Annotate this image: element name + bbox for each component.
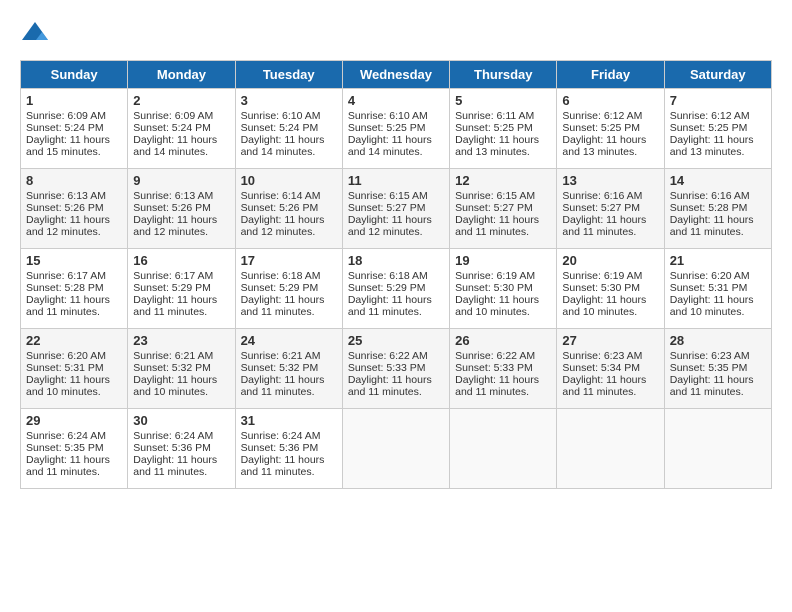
header-tuesday: Tuesday (235, 61, 342, 89)
calendar-week-3: 15Sunrise: 6:17 AMSunset: 5:28 PMDayligh… (21, 249, 772, 329)
day-number: 5 (455, 93, 551, 108)
calendar-week-4: 22Sunrise: 6:20 AMSunset: 5:31 PMDayligh… (21, 329, 772, 409)
day-number: 17 (241, 253, 337, 268)
day-number: 1 (26, 93, 122, 108)
header-saturday: Saturday (664, 61, 771, 89)
calendar-cell (664, 409, 771, 489)
page-header (20, 20, 772, 50)
day-number: 26 (455, 333, 551, 348)
calendar-cell (342, 409, 449, 489)
day-number: 3 (241, 93, 337, 108)
day-number: 23 (133, 333, 229, 348)
calendar-cell: 23Sunrise: 6:21 AMSunset: 5:32 PMDayligh… (128, 329, 235, 409)
calendar-cell: 2Sunrise: 6:09 AMSunset: 5:24 PMDaylight… (128, 89, 235, 169)
day-number: 16 (133, 253, 229, 268)
calendar-cell: 1Sunrise: 6:09 AMSunset: 5:24 PMDaylight… (21, 89, 128, 169)
day-number: 21 (670, 253, 766, 268)
logo-icon (20, 20, 50, 50)
day-number: 28 (670, 333, 766, 348)
calendar-cell: 29Sunrise: 6:24 AMSunset: 5:35 PMDayligh… (21, 409, 128, 489)
calendar-table: SundayMondayTuesdayWednesdayThursdayFrid… (20, 60, 772, 489)
day-number: 13 (562, 173, 658, 188)
logo (20, 20, 55, 50)
calendar-cell: 12Sunrise: 6:15 AMSunset: 5:27 PMDayligh… (450, 169, 557, 249)
calendar-cell: 28Sunrise: 6:23 AMSunset: 5:35 PMDayligh… (664, 329, 771, 409)
calendar-cell: 27Sunrise: 6:23 AMSunset: 5:34 PMDayligh… (557, 329, 664, 409)
day-number: 7 (670, 93, 766, 108)
calendar-cell: 17Sunrise: 6:18 AMSunset: 5:29 PMDayligh… (235, 249, 342, 329)
calendar-cell: 19Sunrise: 6:19 AMSunset: 5:30 PMDayligh… (450, 249, 557, 329)
calendar-week-2: 8Sunrise: 6:13 AMSunset: 5:26 PMDaylight… (21, 169, 772, 249)
calendar-cell: 11Sunrise: 6:15 AMSunset: 5:27 PMDayligh… (342, 169, 449, 249)
calendar-cell: 7Sunrise: 6:12 AMSunset: 5:25 PMDaylight… (664, 89, 771, 169)
calendar-cell: 15Sunrise: 6:17 AMSunset: 5:28 PMDayligh… (21, 249, 128, 329)
calendar-cell (557, 409, 664, 489)
day-number: 29 (26, 413, 122, 428)
calendar-cell: 18Sunrise: 6:18 AMSunset: 5:29 PMDayligh… (342, 249, 449, 329)
calendar-cell: 30Sunrise: 6:24 AMSunset: 5:36 PMDayligh… (128, 409, 235, 489)
calendar-cell (450, 409, 557, 489)
day-number: 31 (241, 413, 337, 428)
header-friday: Friday (557, 61, 664, 89)
day-number: 11 (348, 173, 444, 188)
day-number: 19 (455, 253, 551, 268)
calendar-cell: 26Sunrise: 6:22 AMSunset: 5:33 PMDayligh… (450, 329, 557, 409)
calendar-cell: 4Sunrise: 6:10 AMSunset: 5:25 PMDaylight… (342, 89, 449, 169)
header-thursday: Thursday (450, 61, 557, 89)
calendar-header-row: SundayMondayTuesdayWednesdayThursdayFrid… (21, 61, 772, 89)
day-number: 2 (133, 93, 229, 108)
calendar-week-1: 1Sunrise: 6:09 AMSunset: 5:24 PMDaylight… (21, 89, 772, 169)
day-number: 10 (241, 173, 337, 188)
day-number: 30 (133, 413, 229, 428)
day-number: 12 (455, 173, 551, 188)
day-number: 9 (133, 173, 229, 188)
calendar-cell: 10Sunrise: 6:14 AMSunset: 5:26 PMDayligh… (235, 169, 342, 249)
day-number: 14 (670, 173, 766, 188)
day-number: 4 (348, 93, 444, 108)
day-number: 27 (562, 333, 658, 348)
day-number: 8 (26, 173, 122, 188)
calendar-cell: 8Sunrise: 6:13 AMSunset: 5:26 PMDaylight… (21, 169, 128, 249)
day-number: 15 (26, 253, 122, 268)
calendar-cell: 5Sunrise: 6:11 AMSunset: 5:25 PMDaylight… (450, 89, 557, 169)
day-number: 24 (241, 333, 337, 348)
calendar-body: 1Sunrise: 6:09 AMSunset: 5:24 PMDaylight… (21, 89, 772, 489)
day-number: 18 (348, 253, 444, 268)
header-wednesday: Wednesday (342, 61, 449, 89)
calendar-cell: 25Sunrise: 6:22 AMSunset: 5:33 PMDayligh… (342, 329, 449, 409)
day-number: 20 (562, 253, 658, 268)
day-number: 25 (348, 333, 444, 348)
day-number: 22 (26, 333, 122, 348)
calendar-cell: 13Sunrise: 6:16 AMSunset: 5:27 PMDayligh… (557, 169, 664, 249)
calendar-cell: 31Sunrise: 6:24 AMSunset: 5:36 PMDayligh… (235, 409, 342, 489)
calendar-cell: 21Sunrise: 6:20 AMSunset: 5:31 PMDayligh… (664, 249, 771, 329)
calendar-cell: 16Sunrise: 6:17 AMSunset: 5:29 PMDayligh… (128, 249, 235, 329)
calendar-cell: 14Sunrise: 6:16 AMSunset: 5:28 PMDayligh… (664, 169, 771, 249)
calendar-cell: 3Sunrise: 6:10 AMSunset: 5:24 PMDaylight… (235, 89, 342, 169)
day-number: 6 (562, 93, 658, 108)
calendar-cell: 22Sunrise: 6:20 AMSunset: 5:31 PMDayligh… (21, 329, 128, 409)
calendar-cell: 20Sunrise: 6:19 AMSunset: 5:30 PMDayligh… (557, 249, 664, 329)
header-sunday: Sunday (21, 61, 128, 89)
calendar-week-5: 29Sunrise: 6:24 AMSunset: 5:35 PMDayligh… (21, 409, 772, 489)
header-monday: Monday (128, 61, 235, 89)
calendar-cell: 24Sunrise: 6:21 AMSunset: 5:32 PMDayligh… (235, 329, 342, 409)
calendar-cell: 6Sunrise: 6:12 AMSunset: 5:25 PMDaylight… (557, 89, 664, 169)
calendar-cell: 9Sunrise: 6:13 AMSunset: 5:26 PMDaylight… (128, 169, 235, 249)
